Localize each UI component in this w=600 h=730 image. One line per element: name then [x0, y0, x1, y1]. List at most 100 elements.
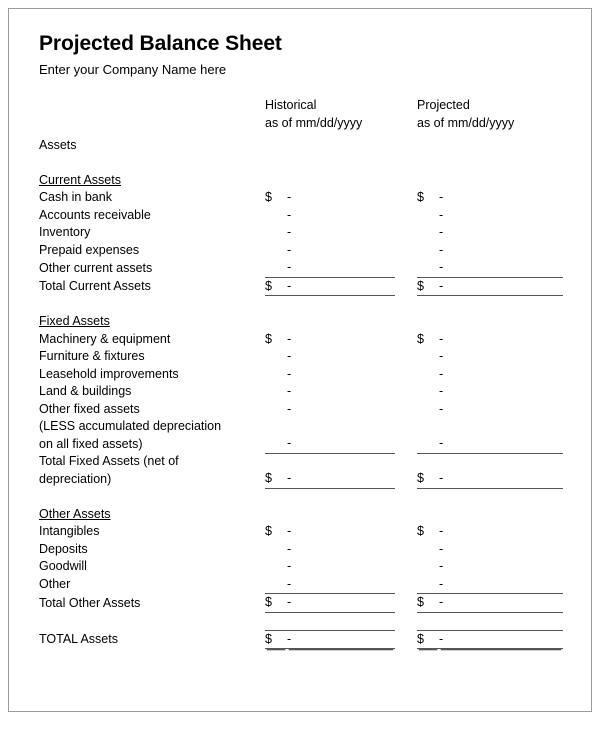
historical-value[interactable]: - [287, 242, 395, 260]
projected-value[interactable]: - [439, 189, 563, 207]
row-label: Goodwill [39, 559, 87, 573]
row-label: Inventory [39, 225, 91, 239]
historical-total-value[interactable]: - [287, 593, 395, 613]
projected-value[interactable]: - [439, 576, 563, 594]
section-heading-fixed-assets: Fixed Assets [39, 314, 110, 328]
column-header-projected: Projected [417, 98, 470, 112]
projected-currency-symbol: $ [417, 524, 424, 538]
historical-value[interactable]: - [287, 558, 395, 576]
current-assets-heading-row: Current Assets [39, 172, 563, 190]
historical-value[interactable]: - [287, 576, 395, 594]
document-body: Projected Balance Sheet Enter your Compa… [39, 31, 563, 649]
historical-currency-symbol [265, 224, 287, 242]
table-row: Inventory - - [39, 224, 563, 242]
projected-total-value[interactable]: - [439, 452, 563, 489]
historical-value[interactable]: - [287, 401, 395, 419]
row-label: Other current assets [39, 260, 153, 275]
projected-currency-symbol [417, 558, 439, 576]
historical-currency-symbol: $ [265, 629, 287, 649]
spacer [39, 155, 563, 172]
table-row: Other - - [39, 576, 563, 594]
historical-currency-symbol [265, 207, 287, 225]
row-label-line1: (LESS accumulated depreciation [39, 419, 222, 433]
row-label: Intangibles [39, 524, 100, 538]
column-subheader-label-spacer [39, 115, 265, 133]
projected-value[interactable]: - [439, 366, 563, 384]
historical-currency-symbol: $ [265, 593, 287, 613]
historical-value[interactable]: - [287, 331, 395, 349]
spacer [39, 612, 563, 630]
balance-sheet-table: Historical Projected as of mm/dd/yyyy as… [39, 97, 563, 649]
historical-value[interactable]: - [287, 348, 395, 366]
historical-value[interactable]: - [287, 259, 395, 277]
assets-heading-row: Assets [39, 137, 563, 155]
projected-currency-symbol: $ [417, 276, 439, 296]
projected-value[interactable]: - [439, 541, 563, 559]
table-row: Other fixed assets - - [39, 401, 563, 419]
projected-value[interactable]: - [439, 383, 563, 401]
projected-total-value[interactable]: - [439, 276, 563, 296]
projected-currency-symbol [417, 576, 439, 594]
projected-value[interactable]: - [439, 224, 563, 242]
historical-total-value[interactable]: - [287, 452, 395, 489]
historical-value[interactable]: - [287, 418, 395, 453]
historical-value[interactable]: - [287, 207, 395, 225]
historical-currency-symbol [265, 541, 287, 559]
historical-total-value[interactable]: - [287, 276, 395, 296]
projected-grand-total-value[interactable]: - [439, 629, 563, 649]
historical-value[interactable]: - [287, 523, 395, 541]
projected-value[interactable]: - [439, 418, 563, 453]
total-label: Total Current Assets [39, 279, 151, 293]
projected-value[interactable]: - [439, 523, 563, 541]
table-row: Accounts receivable - - [39, 207, 563, 225]
projected-total-value[interactable]: - [439, 593, 563, 613]
historical-currency-symbol: $ [265, 276, 287, 296]
projected-value[interactable]: - [439, 331, 563, 349]
column-header-label-spacer [39, 97, 265, 115]
projected-currency-symbol: $ [417, 629, 439, 649]
other-assets-heading-row: Other Assets [39, 506, 563, 524]
historical-currency-symbol [265, 348, 287, 366]
projected-value[interactable]: - [439, 401, 563, 419]
projected-value[interactable]: - [439, 207, 563, 225]
historical-value[interactable]: - [287, 224, 395, 242]
section-heading-other-assets: Other Assets [39, 506, 111, 521]
table-row: Other current assets - - [39, 259, 563, 277]
projected-value[interactable]: - [439, 259, 563, 277]
projected-currency-symbol [417, 383, 439, 401]
projected-value[interactable]: - [439, 242, 563, 260]
document-page: Projected Balance Sheet Enter your Compa… [8, 8, 592, 712]
projected-currency-symbol [417, 401, 439, 419]
historical-value[interactable]: - [287, 189, 395, 207]
historical-currency-symbol [265, 259, 287, 277]
projected-currency-symbol [417, 366, 439, 384]
table-row: Furniture & fixtures - - [39, 348, 563, 366]
row-label: (LESS accumulated depreciation on all fi… [39, 418, 265, 453]
projected-currency-symbol [417, 418, 439, 453]
row-label: Accounts receivable [39, 207, 151, 222]
historical-value[interactable]: - [287, 366, 395, 384]
projected-currency-symbol: $ [417, 190, 424, 204]
projected-currency-symbol: $ [417, 331, 424, 346]
projected-currency-symbol: $ [417, 452, 439, 489]
section-heading-current-assets: Current Assets [39, 172, 121, 187]
column-subheader-gap [395, 115, 417, 133]
projected-value[interactable]: - [439, 558, 563, 576]
column-header-historical: Historical [265, 98, 317, 112]
total-row-other-assets: Total Other Assets $ - $ - [39, 593, 563, 613]
historical-grand-total-value[interactable]: - [287, 629, 395, 649]
grand-total-row: TOTAL Assets $ - $ - [39, 629, 563, 649]
company-name-placeholder: Enter your Company Name here [39, 62, 227, 77]
page-title: Projected Balance Sheet [39, 32, 282, 55]
historical-value[interactable]: - [287, 541, 395, 559]
row-label: Prepaid expenses [39, 242, 140, 257]
column-header-gap [395, 97, 417, 115]
row-label: Cash in bank [39, 190, 112, 204]
column-header-row: Historical Projected [39, 97, 563, 115]
total-row-current-assets: Total Current Assets $ - $ - [39, 276, 563, 296]
table-row: Cash in bank $ - $ - [39, 189, 563, 207]
historical-value[interactable]: - [287, 383, 395, 401]
historical-currency-symbol: $ [265, 524, 272, 538]
projected-value[interactable]: - [439, 348, 563, 366]
historical-currency-symbol [265, 401, 287, 419]
